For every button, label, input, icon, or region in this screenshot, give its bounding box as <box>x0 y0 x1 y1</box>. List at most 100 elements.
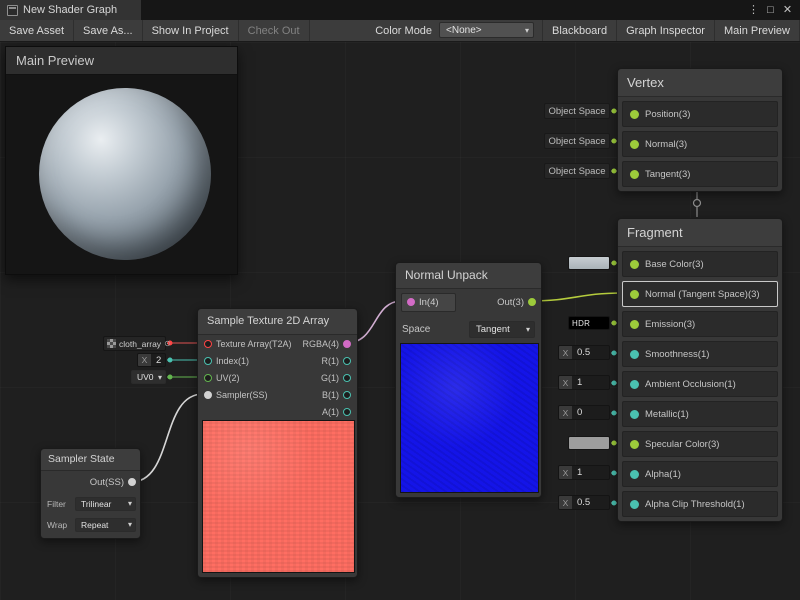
color-mode-value: <None> <box>446 25 482 36</box>
port-normal[interactable] <box>630 140 639 149</box>
fragment-node[interactable]: Fragment Base Color(3) Normal (Tangent S… <box>617 218 783 522</box>
port-metallic[interactable] <box>630 410 639 419</box>
index-field[interactable]: X 2 <box>137 353 166 367</box>
normal-unpack-ports: In(4) Out(3) <box>396 289 541 315</box>
filter-row: Filter Trilinear ▾ <box>41 493 140 514</box>
object-space-dropdown[interactable]: Object Space <box>544 103 610 119</box>
port-out[interactable] <box>528 298 536 306</box>
vertex-row-position: Position(3) <box>622 101 778 127</box>
port-base-color[interactable] <box>630 260 639 269</box>
alpha-field[interactable]: X 1 <box>558 465 610 480</box>
field-value: 1 <box>572 376 609 389</box>
document-tab[interactable]: New Shader Graph <box>0 0 141 20</box>
port-texture-array[interactable] <box>204 340 212 348</box>
main-preview-body <box>6 75 237 274</box>
object-space-dropdown[interactable]: Object Space <box>544 133 610 149</box>
port-alpha-clip-threshold[interactable] <box>630 500 639 509</box>
space-dropdown[interactable]: Tangent ▾ <box>469 321 535 338</box>
object-picker-icon[interactable]: ⊙ <box>164 340 171 348</box>
output-row-a: A(1) <box>302 403 354 420</box>
port-alpha[interactable] <box>630 470 639 479</box>
sampler-state-node[interactable]: Sampler State Out(SS) Filter Trilinear ▾… <box>40 448 141 539</box>
input-row-texture-array: Texture Array(T2A) <box>201 335 292 352</box>
fragment-row-ambient-occlusion: Ambient Occlusion(1) <box>622 371 778 397</box>
port-sampler[interactable] <box>204 391 212 399</box>
output-label: Out(SS) <box>90 477 124 488</box>
chevron-down-icon: ▾ <box>523 325 530 334</box>
port-index[interactable] <box>204 357 212 365</box>
color-mode-label: Color Mode <box>368 20 439 41</box>
port-emission[interactable] <box>630 320 639 329</box>
uv-channel-dropdown[interactable]: UV0 ▾ <box>131 370 166 384</box>
shader-graph-icon <box>7 5 18 16</box>
port-ambient-occlusion[interactable] <box>630 380 639 389</box>
port-rgba[interactable] <box>343 340 351 348</box>
port-smoothness[interactable] <box>630 350 639 359</box>
save-as-button[interactable]: Save As... <box>74 20 143 41</box>
port-specular-color[interactable] <box>630 440 639 449</box>
port-g[interactable] <box>343 374 351 382</box>
normal-preview <box>400 343 539 493</box>
main-preview-header[interactable]: Main Preview <box>6 47 237 75</box>
input-label: Sampler(SS) <box>216 390 268 400</box>
main-preview-title: Main Preview <box>16 53 94 68</box>
fragment-row-metallic: Metallic(1) <box>622 401 778 427</box>
output-row-r: R(1) <box>302 352 354 369</box>
metallic-field[interactable]: X 0 <box>558 405 610 420</box>
fragment-row-specular-color: Specular Color(3) <box>622 431 778 457</box>
close-icon[interactable]: ✕ <box>779 0 796 20</box>
object-space-dropdown[interactable]: Object Space <box>544 163 610 179</box>
texture-name: cloth_array <box>119 339 161 349</box>
wrap-row: Wrap Repeat ▾ <box>41 514 140 535</box>
sample-texture-2d-array-node[interactable]: Sample Texture 2D Array Texture Array(T2… <box>197 308 358 578</box>
base-color-swatch[interactable] <box>568 256 610 270</box>
kebab-menu-icon[interactable]: ⋮ <box>745 0 762 20</box>
show-in-project-button[interactable]: Show In Project <box>143 20 239 41</box>
output-row-b: B(1) <box>302 386 354 403</box>
port-normal-tangent-space[interactable] <box>630 290 639 299</box>
normal-unpack-node-title: Normal Unpack <box>396 263 541 289</box>
filter-dropdown[interactable]: Trilinear ▾ <box>75 497 136 511</box>
port-in[interactable] <box>407 298 415 306</box>
blackboard-button[interactable]: Blackboard <box>542 20 617 41</box>
specular-color-swatch[interactable] <box>568 436 610 450</box>
wrap-dropdown[interactable]: Repeat ▾ <box>75 518 136 532</box>
emission-hdr-swatch[interactable]: HDR <box>568 316 610 330</box>
main-preview-button[interactable]: Main Preview <box>715 20 800 41</box>
fragment-row-alpha-clip: Alpha Clip Threshold(1) <box>622 491 778 517</box>
fragment-node-title: Fragment <box>618 219 782 247</box>
axis-label: X <box>138 354 151 366</box>
output-row-g: G(1) <box>302 369 354 386</box>
input-label: In(4) <box>419 297 439 308</box>
port-r[interactable] <box>343 357 351 365</box>
input-label: Index(1) <box>216 356 249 366</box>
shader-graph-window: New Shader Graph ⋮ □ ✕ Save Asset Save A… <box>0 0 800 600</box>
output-label: A(1) <box>322 407 339 417</box>
vertex-node[interactable]: Vertex Position(3) Normal(3) Tangent(3) <box>617 68 783 192</box>
port-uv[interactable] <box>204 374 212 382</box>
texture-array-object-field[interactable]: cloth_array ⊙ <box>103 336 166 351</box>
axis-label: X <box>559 496 572 509</box>
port-b[interactable] <box>343 391 351 399</box>
normal-unpack-node[interactable]: Normal Unpack In(4) Out(3) Space Tangent… <box>395 262 542 498</box>
maximize-icon[interactable]: □ <box>762 0 779 20</box>
port-out-ss[interactable] <box>128 478 136 486</box>
alpha-clip-field[interactable]: X 0.5 <box>558 495 610 510</box>
fragment-row-normal: Normal (Tangent Space)(3) <box>622 281 778 307</box>
main-preview-panel[interactable]: Main Preview <box>5 46 238 275</box>
save-asset-button[interactable]: Save Asset <box>0 20 74 41</box>
wrap-label: Wrap <box>47 520 67 530</box>
graph-inspector-button[interactable]: Graph Inspector <box>617 20 715 41</box>
output-label: Out(3) <box>497 297 524 308</box>
port-tangent[interactable] <box>630 170 639 179</box>
port-a[interactable] <box>343 408 351 416</box>
chevron-down-icon: ▾ <box>522 26 529 35</box>
ambient-occlusion-field[interactable]: X 1 <box>558 375 610 390</box>
field-value: 1 <box>572 466 609 479</box>
axis-label: X <box>559 406 572 419</box>
vertex-row-tangent: Tangent(3) <box>622 161 778 187</box>
output-label: RGBA(4) <box>302 339 339 349</box>
port-position[interactable] <box>630 110 639 119</box>
color-mode-dropdown[interactable]: <None> ▾ <box>439 22 534 38</box>
smoothness-field[interactable]: X 0.5 <box>558 345 610 360</box>
